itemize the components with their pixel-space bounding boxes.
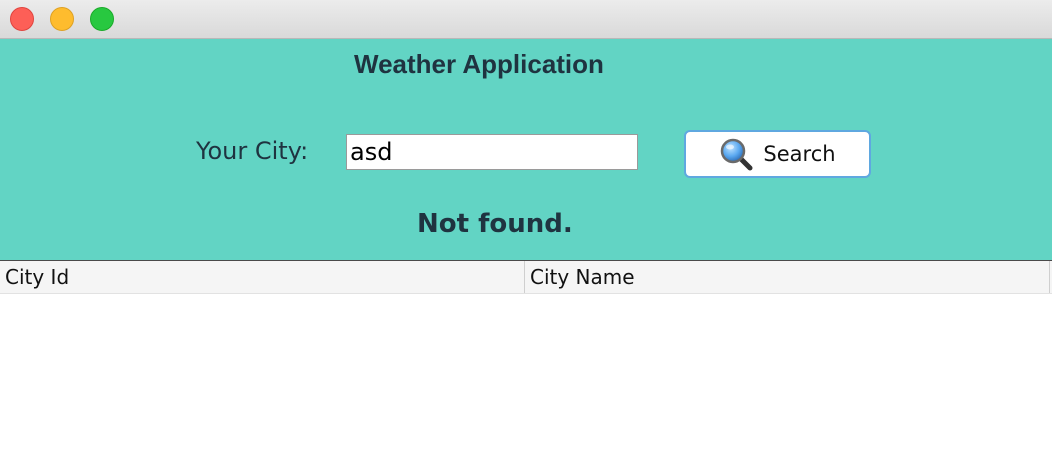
city-input[interactable]: [346, 134, 638, 170]
column-header-city-name[interactable]: City Name: [525, 261, 1050, 293]
status-message: Not found.: [417, 209, 573, 239]
page-title: Weather Application: [354, 49, 604, 79]
zoom-window-button[interactable]: [90, 7, 114, 31]
title-bar: [0, 0, 1052, 39]
minimize-window-button[interactable]: [50, 7, 74, 31]
search-button-label: Search: [763, 142, 836, 166]
search-panel: Weather Application Your City: asd Searc…: [0, 39, 1052, 261]
search-button[interactable]: Search: [684, 130, 871, 178]
results-table-body[interactable]: [0, 294, 1052, 454]
magnifier-icon: [719, 137, 753, 171]
city-label: Your City:: [196, 137, 309, 165]
close-window-button[interactable]: [10, 7, 34, 31]
column-header-city-id[interactable]: City Id: [0, 261, 525, 293]
app-window: Weather Application Your City: asd Searc…: [0, 0, 1052, 454]
table-header: City Id City Name: [0, 261, 1052, 294]
